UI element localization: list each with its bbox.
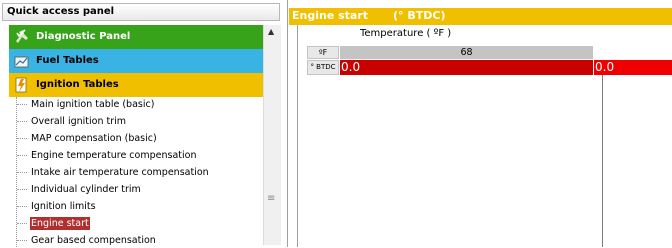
tree-item-map-compensation[interactable]: MAP compensation (basic) [17,131,158,146]
band-fuel-tables[interactable]: Fuel Tables [9,49,263,73]
row-label-cell: ° BTDC [307,60,339,75]
table-editor: Engine start (° BTDC) Temperature ( ºF )… [289,0,672,247]
tree-item-ignition-limits[interactable]: Ignition limits [17,199,97,214]
scroll-grip-icon[interactable]: ≡ [267,193,275,204]
panel-header: Quick access panel [2,3,280,21]
band-ignition-tables[interactable]: Ignition Tables [9,73,263,97]
band-label: Fuel Tables [36,55,99,66]
band-label: Ignition Tables [36,79,119,90]
column-divider [602,71,603,247]
scroll-up-icon[interactable]: ▲ [268,27,274,36]
table-value-cell[interactable]: 0.0 [340,60,593,75]
tree-item-main-ignition-table[interactable]: Main ignition table (basic) [17,97,155,112]
axis-caption: Temperature ( ºF ) [360,28,452,39]
quick-access-panel: Quick access panel Diagnostic Panel Fuel… [0,0,288,247]
ignition-icon [15,77,27,93]
tree-item-individual-cylinder-trim[interactable]: Individual cylinder trim [17,182,142,197]
panel-header-title: Quick access panel [7,6,115,17]
band-label: Diagnostic Panel [36,31,131,42]
table-title: Engine start [292,9,369,22]
fuel-table-icon [14,56,29,68]
tree-item-gear-based-compensation[interactable]: Gear based compensation [17,233,157,248]
axis-unit-cell: ºF [307,46,339,59]
column-header-cell[interactable]: 68 [340,46,593,59]
table-title-bar: Engine start (° BTDC) [289,8,672,25]
vertical-scrollbar[interactable]: ▲ ≡ [263,25,281,245]
tree-item-overall-ignition-trim[interactable]: Overall ignition trim [17,114,127,129]
tree-item-intake-air-temperature-compensation[interactable]: Intake air temperature compensation [17,165,210,180]
tree-item-engine-temperature-compensation[interactable]: Engine temperature compensation [17,148,197,163]
table-value-cell[interactable]: 0.0 [594,60,672,75]
tree-item-engine-start[interactable]: Engine start [17,216,90,231]
table-unit: (° BTDC) [393,9,446,22]
band-diagnostic-panel[interactable]: Diagnostic Panel [9,25,263,49]
wrench-check-icon [16,29,28,43]
